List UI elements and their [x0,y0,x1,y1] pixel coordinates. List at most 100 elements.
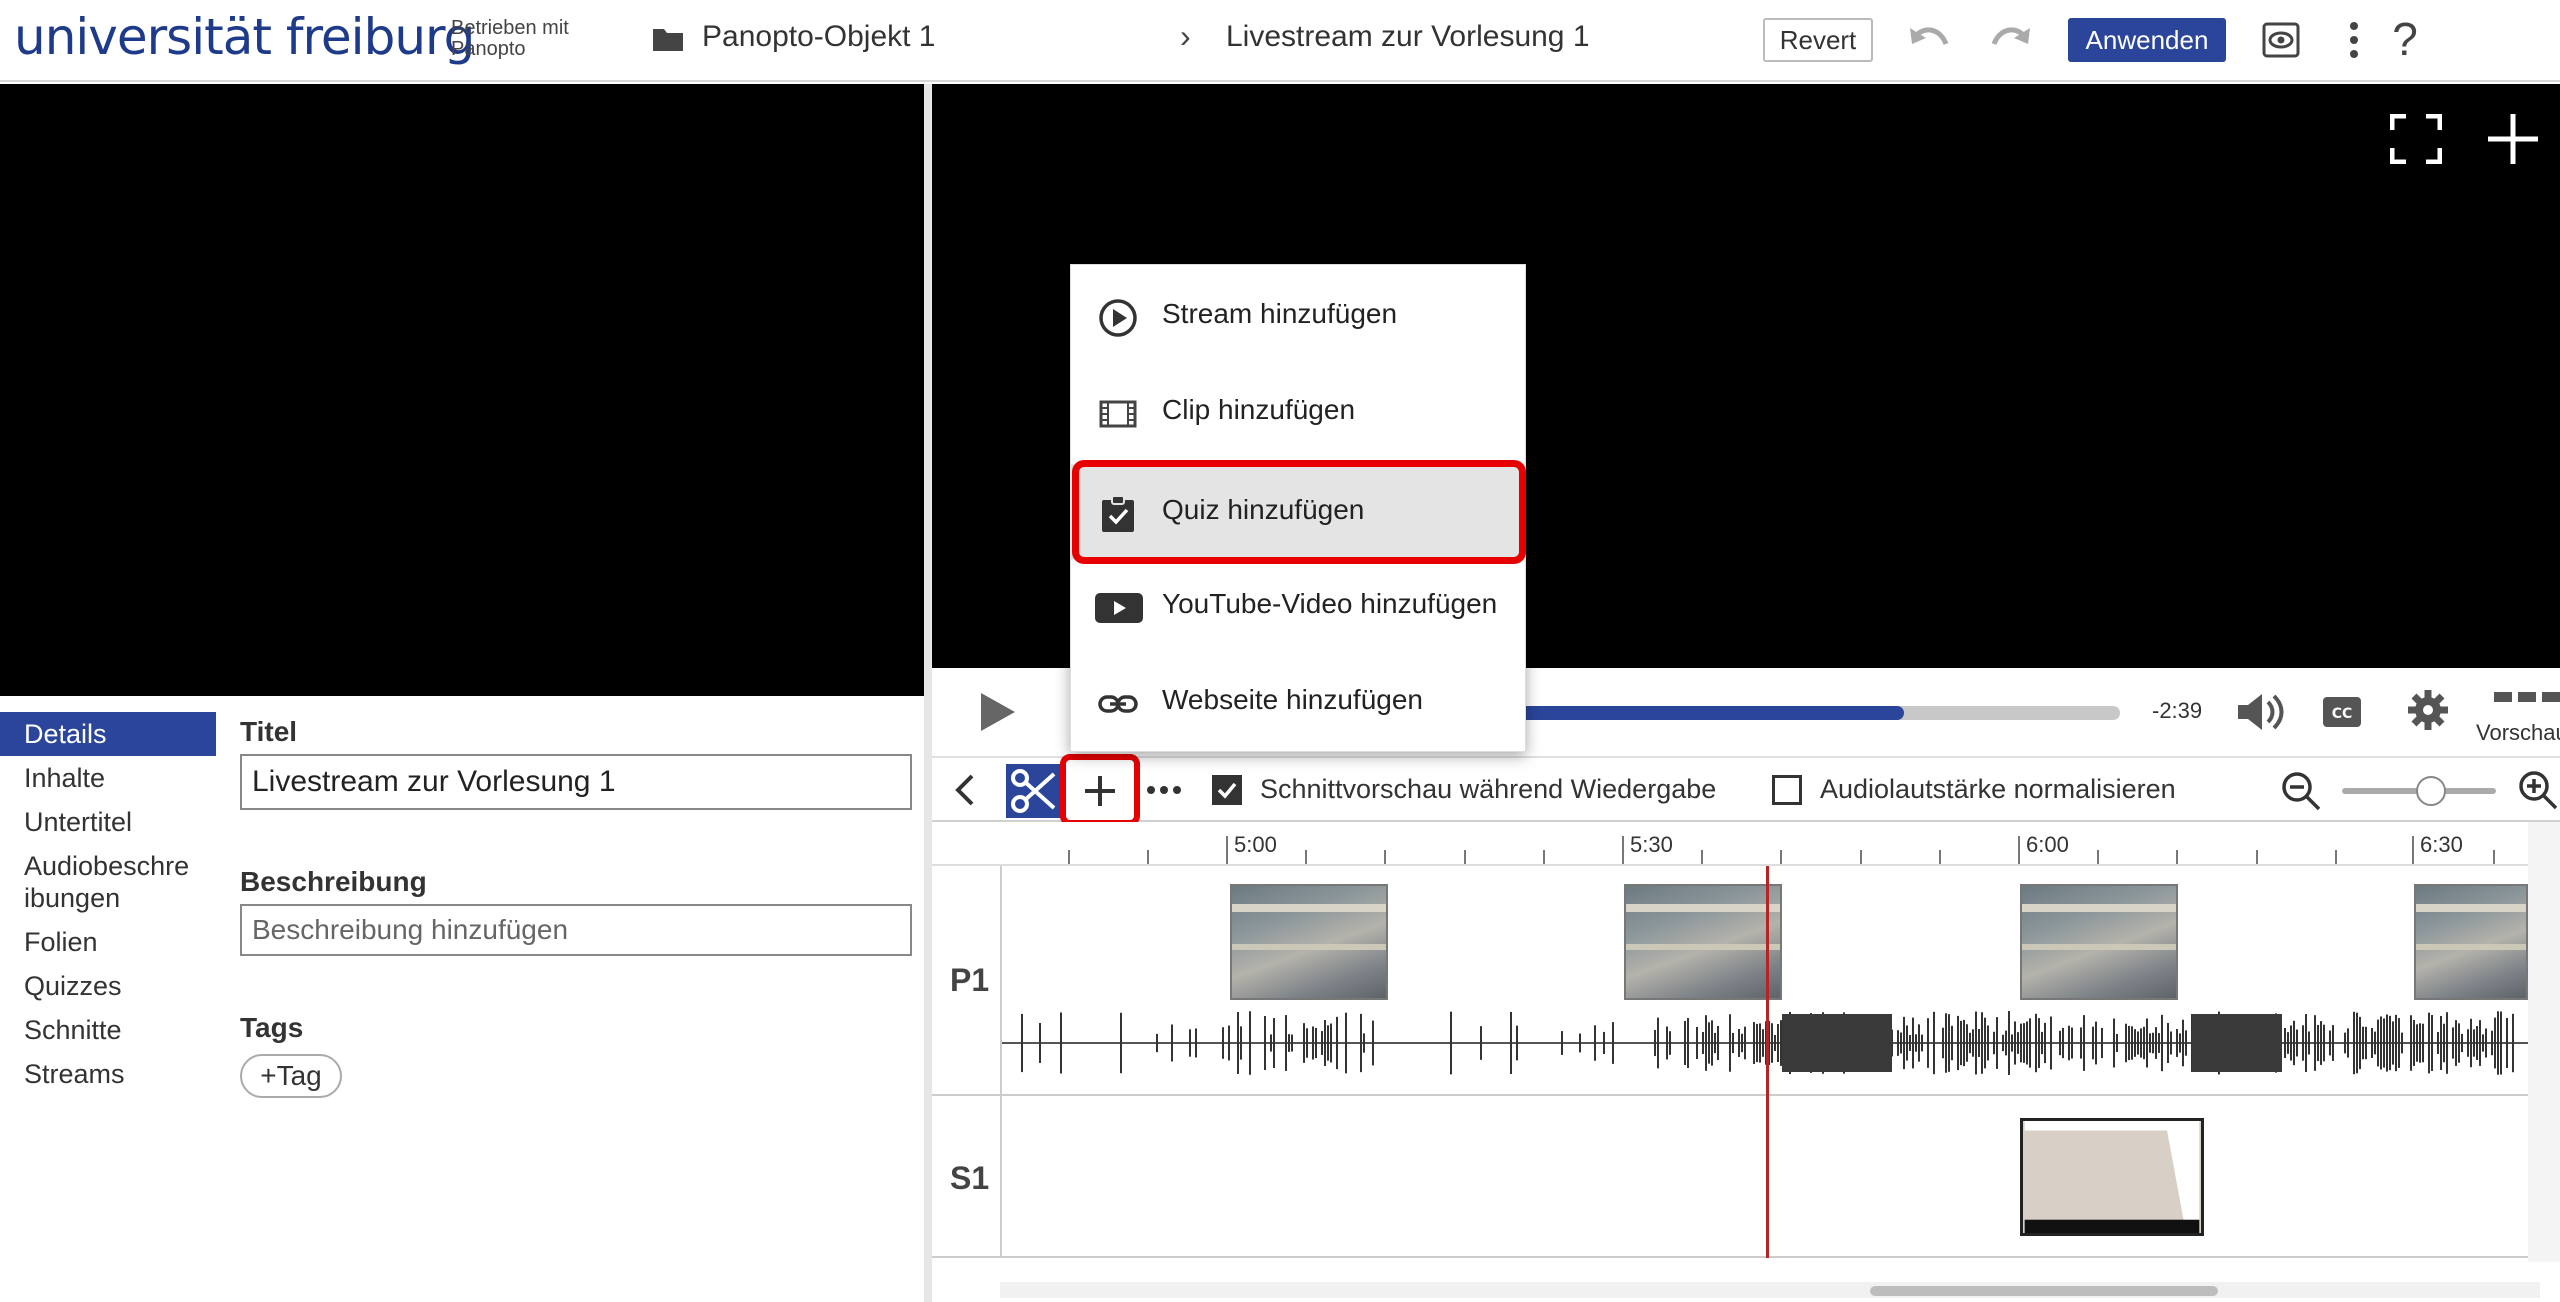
tick-label: 6:30 [2420,832,2463,857]
menu-item-add-clip[interactable]: Clip hinzufügen [1070,364,1526,460]
horizontal-scrollbar-thumb[interactable] [1870,1286,2218,1296]
film-icon [1099,400,1137,428]
university-logo[interactable]: universität freiburg [14,8,475,66]
cc-icon[interactable]: CC [2322,696,2362,728]
zoom-in-icon[interactable] [2516,768,2560,812]
tick-label: 5:30 [1630,832,1673,857]
link-icon [1098,695,1138,713]
timeline-ruler[interactable] [932,822,2560,866]
cut-preview-label[interactable]: Schnittvorschau während Wiedergabe [1260,774,1716,805]
menu-item-add-youtube[interactable]: YouTube-Video hinzufügen [1070,558,1526,654]
nav-item-streams[interactable]: Streams [0,1052,216,1096]
title-input[interactable] [240,754,912,810]
tick-minor [1701,850,1703,864]
nav-item-audiobeschreibungen[interactable]: Audiobeschreibungen [0,844,216,920]
play-icon[interactable] [978,690,1018,734]
time-remaining: -2:39 [2152,698,2203,723]
scissors-icon [1011,769,1056,813]
zoom-out-icon[interactable] [2280,770,2322,812]
tick-major [2018,836,2020,864]
slide-preview [2024,1121,2200,1233]
tick-minor [1543,850,1545,864]
tick-minor [1068,850,1070,864]
slide-thumbnail[interactable] [2020,1118,2204,1236]
column-divider[interactable] [924,84,932,1302]
undo-icon[interactable] [1906,22,1952,58]
playhead[interactable] [1766,866,1769,1258]
video-thumbnail[interactable] [2414,884,2528,1000]
preview-label[interactable]: Vorschau [2476,720,2560,746]
normalize-audio-checkbox[interactable] [1772,775,1802,805]
menu-item-label: Webseite hinzufügen [1162,684,1423,715]
more-horizontal-icon[interactable] [1146,780,1182,800]
tick-minor [1384,850,1386,864]
checkmark-icon [1217,782,1237,799]
apply-button[interactable]: Anwenden [2068,18,2226,62]
vertical-scrollbar[interactable] [2528,822,2560,1262]
preview-eye-icon[interactable] [2262,22,2300,58]
tick-label: 6:00 [2026,832,2069,857]
nav-item-quizzes[interactable]: Quizzes [0,964,216,1008]
tick-minor [2256,850,2258,864]
video-thumbnail[interactable] [1230,884,1388,1000]
menu-item-label: Stream hinzufügen [1162,298,1398,329]
nav-item-folien[interactable]: Folien [0,920,216,964]
description-input[interactable] [240,904,912,956]
tick-major [1226,836,1228,864]
normalize-audio-label[interactable]: Audiolautstärke normalisieren [1820,774,2176,805]
fullscreen-icon[interactable] [2390,114,2442,164]
tick-minor [2176,850,2178,864]
track-bottom-border [932,1256,2528,1258]
track-label-column [932,866,1002,1258]
nav-item-inhalte[interactable]: Inhalte [0,756,216,800]
tick-minor [1305,850,1307,864]
add-button-highlight [1060,754,1140,826]
menu-item-add-webpage[interactable]: Webseite hinzufügen [1070,654,1526,750]
nav-item-details[interactable]: Details [0,712,216,756]
progress-bar[interactable] [1520,706,2120,720]
more-vertical-icon[interactable] [2346,20,2362,60]
progress-fill [1520,706,1904,720]
youtube-icon [1095,593,1143,623]
breadcrumb-folder[interactable]: Panopto-Objekt 1 [702,20,935,54]
secondary-video-preview [0,84,924,696]
menu-item-label: YouTube-Video hinzufügen [1162,588,1498,619]
tick-minor [2493,850,2495,864]
tags-label: Tags [240,1012,304,1043]
video-thumbnail[interactable] [2020,884,2178,1000]
menu-item-label: Clip hinzufügen [1162,394,1356,425]
tick-minor [1939,850,1941,864]
details-nav: Details Inhalte Untertitel Audiobeschrei… [0,712,216,1096]
description-label: Beschreibung [240,866,427,897]
cut-tool-button[interactable] [1006,764,1062,818]
help-icon[interactable]: ? [2380,12,2430,68]
cut-preview-checkbox[interactable] [1212,775,1242,805]
gear-icon[interactable] [2406,688,2450,732]
video-thumbnail[interactable] [1624,884,1782,1000]
tick-minor [1147,850,1149,864]
add-tag-button[interactable]: +Tag [240,1054,342,1098]
redo-icon[interactable] [1988,22,2034,58]
user-area-redacted [2494,8,2560,72]
tick-minor [1860,850,1862,864]
nav-item-schnitte[interactable]: Schnitte [0,1008,216,1052]
horizontal-scrollbar[interactable] [1000,1282,2540,1298]
plus-icon[interactable] [2486,112,2540,166]
nav-item-untertitel[interactable]: Untertitel [0,800,216,844]
tick-label: 5:00 [1234,832,1277,857]
play-circle-icon [1099,299,1137,337]
track-label-s1: S1 [950,1160,990,1196]
volume-icon[interactable] [2236,690,2286,734]
tick-minor [1464,850,1466,864]
chevron-left-icon[interactable] [950,772,982,808]
breadcrumb-separator: › [1180,18,1191,54]
revert-button[interactable]: Revert [1763,18,1873,62]
tick-minor [2097,850,2099,864]
title-label: Titel [240,716,298,747]
menu-item-add-stream[interactable]: Stream hinzufügen [1070,268,1526,364]
tick-minor [1780,850,1782,864]
tick-major [2412,836,2414,864]
powered-by-text: Betrieben mit Panopto [451,17,569,60]
layout-icon[interactable] [2494,690,2560,708]
svg-text:CC: CC [2332,706,2353,722]
